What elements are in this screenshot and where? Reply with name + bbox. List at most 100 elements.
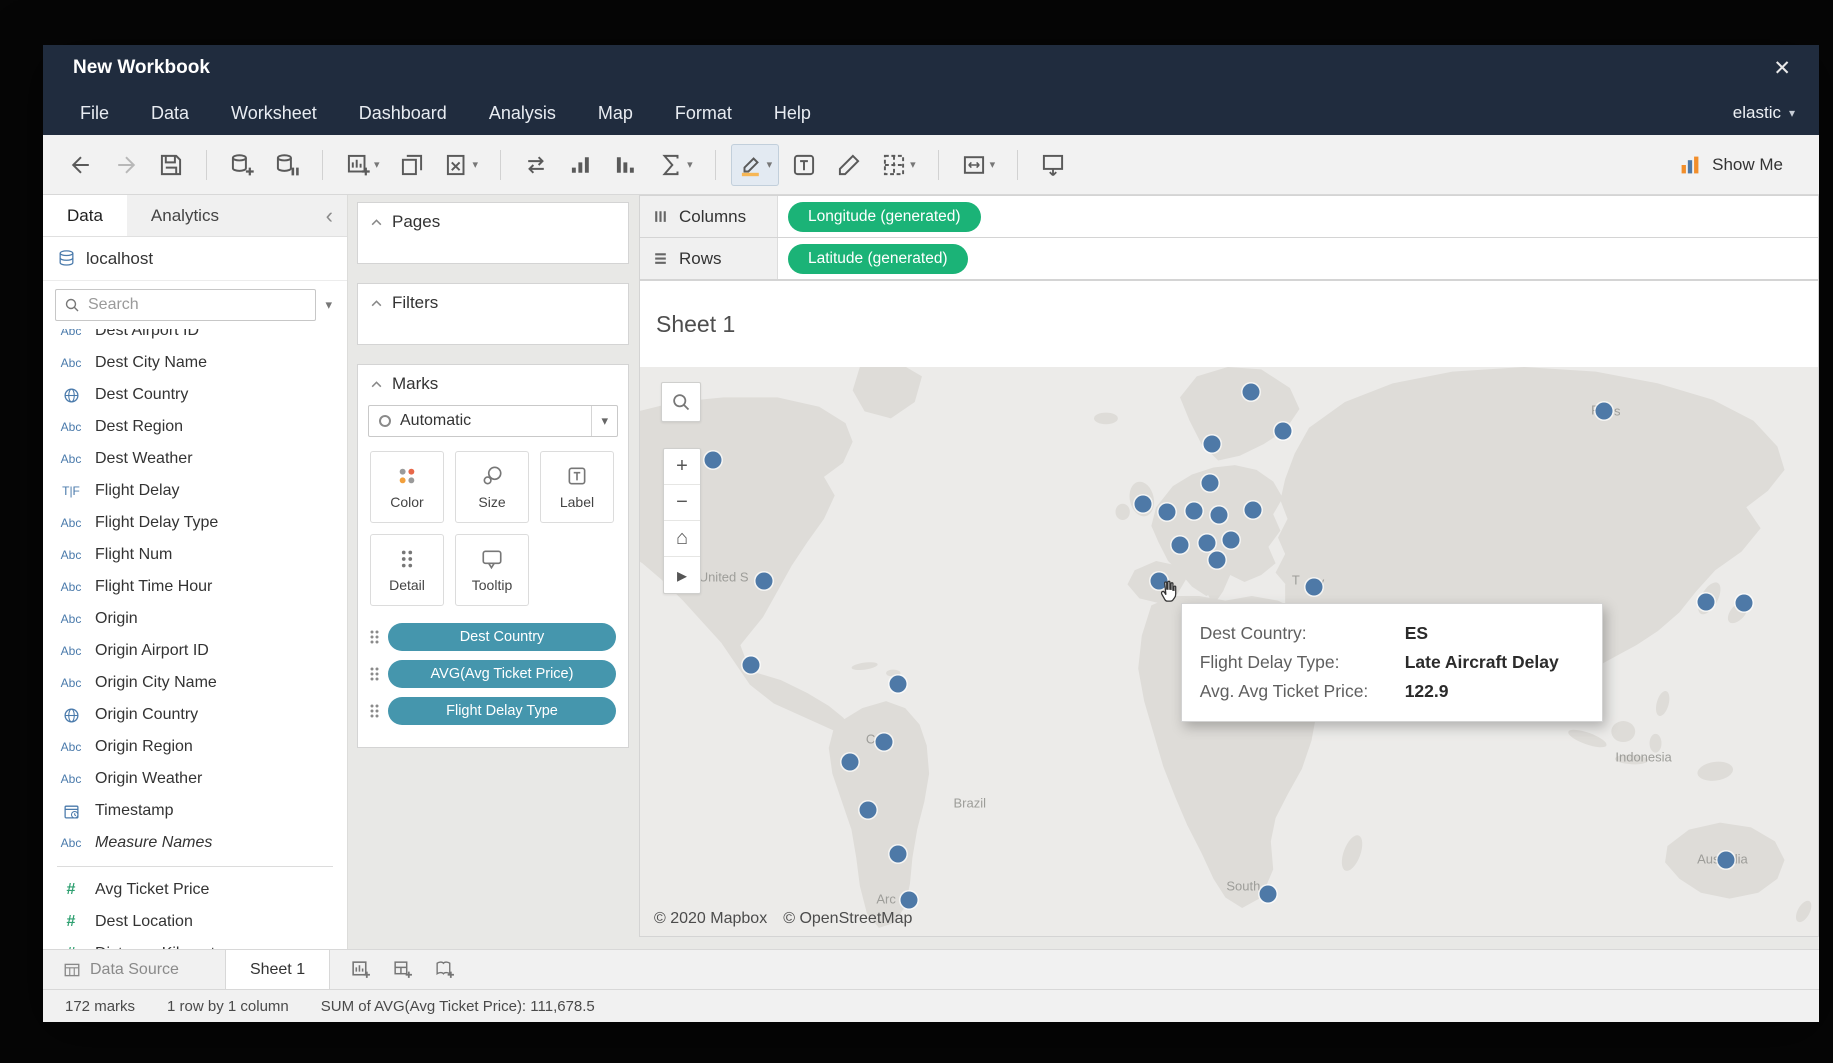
pill-flight-delay-type[interactable]: Flight Delay Type (388, 697, 616, 725)
field-dest-country[interactable]: Dest Country (43, 379, 347, 411)
map-mark[interactable] (842, 753, 859, 770)
marks-tooltip-button[interactable]: Tooltip (455, 534, 529, 606)
field-flight-delay-type[interactable]: AbcFlight Delay Type (43, 507, 347, 539)
map-mark[interactable] (900, 891, 917, 908)
pill-dest-country[interactable]: Dest Country (388, 623, 616, 651)
map-mark[interactable] (1199, 535, 1216, 552)
map-mark[interactable] (1718, 852, 1735, 869)
marks-size-button[interactable]: Size (455, 451, 529, 523)
map-mark[interactable] (1211, 507, 1228, 524)
new-worksheet-button[interactable]: ▾ (338, 144, 387, 186)
marks-detail-button[interactable]: Detail (370, 534, 444, 606)
map-mark[interactable] (1242, 383, 1259, 400)
sort-ascending-button[interactable] (561, 144, 601, 186)
swap-rows-columns-button[interactable] (516, 144, 556, 186)
map-mark[interactable] (1150, 572, 1167, 589)
map-mark[interactable] (1223, 531, 1240, 548)
search-input[interactable] (86, 295, 309, 315)
map-mark[interactable] (756, 572, 773, 589)
attribution-link[interactable]: © OpenStreetMap (783, 910, 912, 928)
tab-sheet-1[interactable]: Sheet 1 (225, 950, 330, 989)
map-mark[interactable] (1697, 593, 1714, 610)
tab-data-source[interactable]: Data Source (43, 950, 199, 989)
close-button[interactable]: ✕ (1773, 56, 1819, 81)
columns-shelf[interactable]: Columns Longitude (generated) (639, 195, 1819, 238)
mark-type-dropdown[interactable]: Automatic ▾ (368, 405, 618, 437)
field-origin-city-name[interactable]: AbcOrigin City Name (43, 667, 347, 699)
presentation-mode-button[interactable] (1033, 144, 1073, 186)
pill-latitude-generated[interactable]: Latitude (generated) (788, 244, 968, 274)
search-options-caret[interactable]: ▾ (316, 297, 341, 313)
map-mark[interactable] (1305, 578, 1322, 595)
totals-button[interactable]: ▾ (651, 144, 700, 186)
field-flight-delay[interactable]: T|FFlight Delay (43, 475, 347, 507)
map-mark[interactable] (1204, 436, 1221, 453)
map-mark[interactable] (1158, 503, 1175, 520)
map-mark[interactable] (704, 452, 721, 469)
field-dest-weather[interactable]: AbcDest Weather (43, 443, 347, 475)
field-flight-num[interactable]: AbcFlight Num (43, 539, 347, 571)
sort-descending-button[interactable] (606, 144, 646, 186)
new-data-source-button[interactable] (222, 144, 262, 186)
account-menu[interactable]: elastic ▾ (1733, 103, 1819, 123)
collapse-panel-button[interactable]: ‹ (312, 195, 347, 236)
map-mark[interactable] (1172, 536, 1189, 553)
map-flyout-button[interactable]: ▸ (664, 557, 700, 593)
field-dest-location[interactable]: #Dest Location (43, 906, 347, 938)
menu-dashboard[interactable]: Dashboard (338, 91, 468, 135)
map-mark[interactable] (1186, 502, 1203, 519)
field-measure-names[interactable]: AbcMeasure Names (43, 827, 347, 859)
map-mark[interactable] (1735, 595, 1752, 612)
field-distance-kilometers[interactable]: #Distance Kilometers (43, 938, 347, 949)
highlight-button[interactable]: ▾ (731, 144, 780, 186)
tab-analytics[interactable]: Analytics (127, 195, 243, 236)
marks-label-button[interactable]: Label (540, 451, 614, 523)
pill-avg-avg-ticket-price[interactable]: AVG(Avg Ticket Price) (388, 660, 616, 688)
field-flight-time-hour[interactable]: AbcFlight Time Hour (43, 571, 347, 603)
format-workbook-button[interactable] (829, 144, 869, 186)
menu-data[interactable]: Data (130, 91, 210, 135)
pause-auto-updates-button[interactable] (267, 144, 307, 186)
field-origin-region[interactable]: AbcOrigin Region (43, 731, 347, 763)
attribution-link[interactable]: © 2020 Mapbox (654, 910, 767, 928)
field-avg-ticket-price[interactable]: #Avg Ticket Price (43, 874, 347, 906)
field-dest-city-name[interactable]: AbcDest City Name (43, 347, 347, 379)
map-mark[interactable] (890, 675, 907, 692)
map-mark[interactable] (875, 734, 892, 751)
map-mark[interactable] (1209, 551, 1226, 568)
new-story-button[interactable] (424, 950, 464, 989)
filters-card[interactable]: Filters (357, 283, 629, 345)
connection-row[interactable]: localhost (43, 237, 347, 281)
new-worksheet-button[interactable] (340, 950, 380, 989)
map-mark[interactable] (743, 656, 760, 673)
map-search-button[interactable] (661, 382, 701, 422)
map-mark[interactable] (1260, 885, 1277, 902)
menu-analysis[interactable]: Analysis (468, 91, 577, 135)
back-button[interactable] (61, 144, 101, 186)
zoom-in-button[interactable]: + (664, 449, 700, 485)
field-origin-weather[interactable]: AbcOrigin Weather (43, 763, 347, 795)
pill-longitude-generated[interactable]: Longitude (generated) (788, 202, 981, 232)
map-view[interactable]: United SCoBrazilArcSouthIndonesiaAustral… (640, 367, 1818, 936)
show-me-button[interactable]: Show Me (1678, 153, 1819, 177)
map-mark[interactable] (1134, 495, 1151, 512)
map-mark[interactable] (890, 846, 907, 863)
borders-button[interactable]: ▾ (874, 144, 923, 186)
field-origin[interactable]: AbcOrigin (43, 603, 347, 635)
field-origin-country[interactable]: Origin Country (43, 699, 347, 731)
rows-shelf[interactable]: Rows Latitude (generated) (639, 237, 1819, 280)
new-dashboard-button[interactable] (382, 950, 422, 989)
menu-worksheet[interactable]: Worksheet (210, 91, 338, 135)
field-origin-airport-id[interactable]: AbcOrigin Airport ID (43, 635, 347, 667)
fit-button[interactable]: ▾ (954, 144, 1003, 186)
zoom-out-button[interactable]: − (664, 485, 700, 521)
field-dest-airport-id[interactable]: AbcDest Airport ID (43, 329, 347, 347)
show-mark-labels-button[interactable] (784, 144, 824, 186)
tab-data[interactable]: Data (43, 195, 127, 236)
menu-format[interactable]: Format (654, 91, 753, 135)
duplicate-button[interactable] (392, 144, 432, 186)
field-timestamp[interactable]: Timestamp (43, 795, 347, 827)
map-home-button[interactable]: ⌂ (664, 521, 700, 557)
field-dest-region[interactable]: AbcDest Region (43, 411, 347, 443)
menu-help[interactable]: Help (753, 91, 832, 135)
